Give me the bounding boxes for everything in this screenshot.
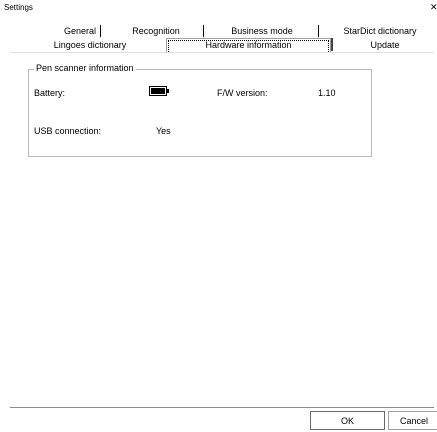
ok-button[interactable]: OK [310,411,385,430]
battery-full-icon [149,86,169,96]
settings-window: Settings ✕ General Recognition Business … [0,0,437,432]
tab-active-edge [331,38,333,51]
cancel-button[interactable]: Cancel [388,411,437,430]
usb-connection-label: USB connection: [34,126,102,136]
battery-level-fill [151,88,165,94]
tab-separator [100,25,101,37]
tab-general[interactable]: General [50,25,110,37]
tab-stardict-dictionary[interactable]: StarDict dictionary [330,25,430,37]
button-area-separator [10,407,434,408]
tab-update[interactable]: Update [340,39,430,51]
tab-hardware-information[interactable]: Hardware information [166,38,331,52]
battery-label: Battery: [34,88,66,98]
tab-separator [203,25,204,37]
tab-recognition[interactable]: Recognition [112,25,200,37]
window-title: Settings [4,3,33,12]
tab-panel-top-border [10,52,434,53]
tab-lingoes-dictionary[interactable]: Lingoes dictionary [20,39,160,51]
pen-scanner-groupbox [28,69,372,157]
tab-business-mode[interactable]: Business mode [212,25,312,37]
title-bar: Settings ✕ [0,0,437,14]
fw-version-value: 1.10 [318,88,336,98]
tab-hardware-information-label: Hardware information [205,40,292,50]
pen-scanner-group-title: Pen scanner information [34,63,136,74]
tab-separator [318,25,319,37]
usb-connection-value: Yes [156,126,171,136]
fw-version-label: F/W version: [217,88,268,98]
close-icon[interactable]: ✕ [430,2,437,12]
